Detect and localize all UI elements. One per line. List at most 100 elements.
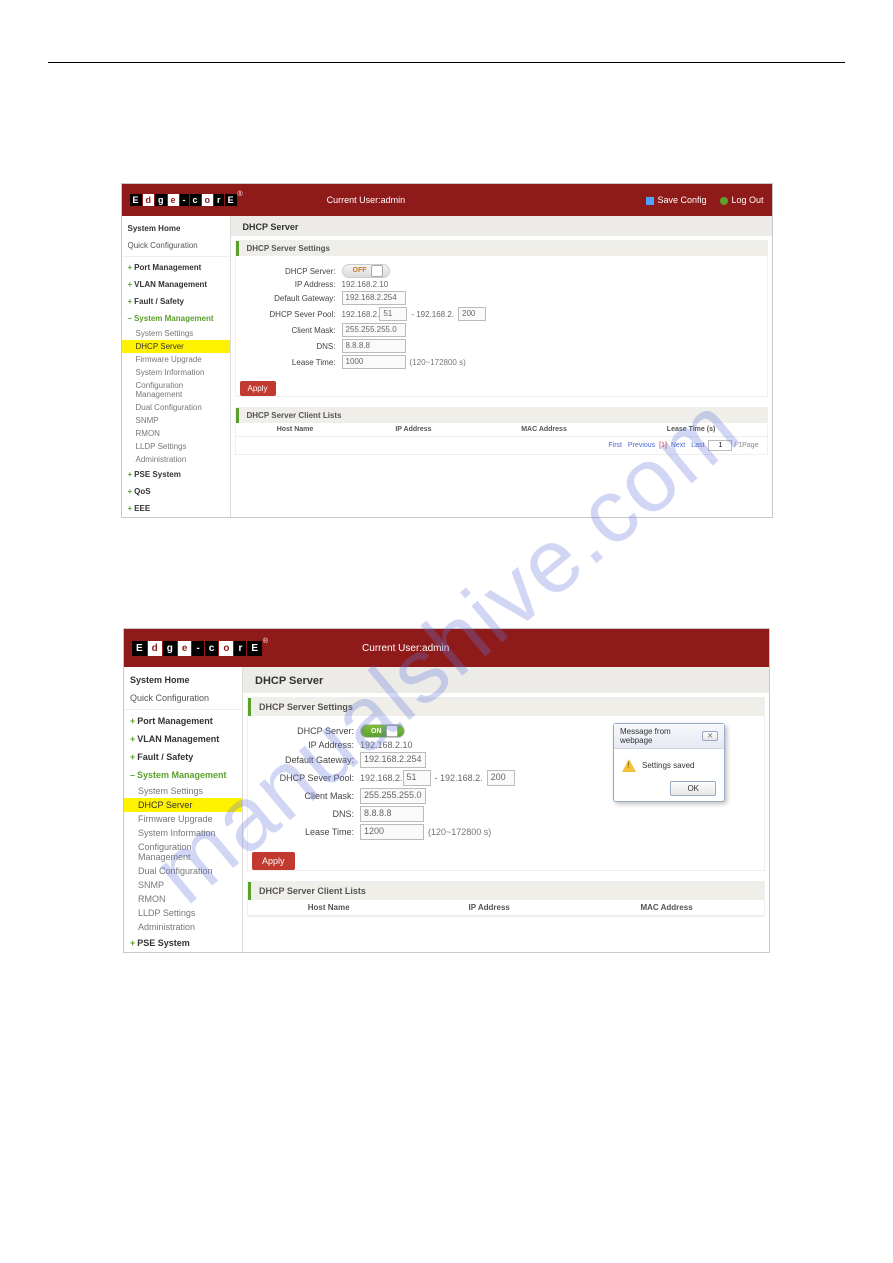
label-ip-address: IP Address: bbox=[258, 740, 360, 750]
nav-config-management[interactable]: Configuration Management bbox=[122, 379, 230, 401]
nav-vlan-management[interactable]: +VLAN Management bbox=[124, 730, 242, 748]
nav-system-information[interactable]: System Information bbox=[122, 366, 230, 379]
dialog-ok-button[interactable]: OK bbox=[670, 781, 716, 796]
input-pool-start[interactable]: 51 bbox=[403, 770, 431, 786]
input-default-gateway[interactable]: 192.168.2.254 bbox=[360, 752, 426, 768]
app-header: Edge-corE ® Current User:admin Save Conf… bbox=[122, 184, 772, 216]
nav-firmware-upgrade[interactable]: Firmware Upgrade bbox=[124, 812, 242, 826]
nav-system-settings[interactable]: System Settings bbox=[122, 327, 230, 340]
label-default-gateway: Default Gateway: bbox=[258, 755, 360, 765]
nav-system-home[interactable]: System Home bbox=[122, 220, 230, 237]
nav-system-information[interactable]: System Information bbox=[124, 826, 242, 840]
label-dhcp-server: DHCP Server: bbox=[258, 726, 360, 736]
client-lists-heading: DHCP Server Client Lists bbox=[248, 882, 764, 900]
nav-system-management[interactable]: –System Management bbox=[122, 310, 230, 327]
client-lists-heading: DHCP Server Client Lists bbox=[236, 408, 767, 423]
pager-previous[interactable]: Previous bbox=[628, 442, 655, 449]
nav-port-management[interactable]: +Port Management bbox=[124, 712, 242, 730]
col-mac-address: MAC Address bbox=[472, 423, 615, 437]
col-host-name: Host Name bbox=[236, 423, 355, 437]
dhcp-toggle[interactable]: ON bbox=[360, 724, 405, 738]
nav-system-management[interactable]: –System Management bbox=[124, 766, 242, 784]
nav-snmp[interactable]: SNMP bbox=[122, 414, 230, 427]
current-user-label: Current User:admin bbox=[327, 195, 406, 205]
main-pane: DHCP Server DHCP Server Settings DHCP Se… bbox=[231, 216, 772, 517]
warning-icon bbox=[622, 759, 636, 772]
label-lease-time: Lease Time: bbox=[246, 358, 342, 367]
dialog-title: Message from webpage bbox=[620, 727, 702, 745]
col-mac-address: MAC Address bbox=[569, 900, 764, 916]
dhcp-settings-heading: DHCP Server Settings bbox=[236, 241, 767, 256]
nav-eee[interactable]: +EEE bbox=[122, 500, 230, 517]
nav-pse-system[interactable]: +PSE System bbox=[122, 466, 230, 483]
client-lists-section: DHCP Server Client Lists Host Name IP Ad… bbox=[247, 881, 765, 917]
disk-icon bbox=[646, 197, 654, 205]
col-ip-address: IP Address bbox=[409, 900, 569, 916]
dhcp-settings-heading: DHCP Server Settings bbox=[248, 698, 764, 716]
input-dns[interactable]: 8.8.8.8 bbox=[342, 339, 406, 353]
nav-lldp-settings[interactable]: LLDP Settings bbox=[122, 440, 230, 453]
pager: First Previous [1] Next Last / 1Page bbox=[236, 437, 767, 454]
brand-logo: Edge-corE ® bbox=[132, 641, 262, 656]
pager-next[interactable]: Next bbox=[671, 442, 685, 449]
input-lease-time[interactable]: 1200 bbox=[360, 824, 424, 840]
nav-system-settings[interactable]: System Settings bbox=[124, 784, 242, 798]
nav-snmp[interactable]: SNMP bbox=[124, 878, 242, 892]
col-ip-address: IP Address bbox=[354, 423, 472, 437]
input-pool-end[interactable]: 200 bbox=[458, 307, 486, 321]
nav-config-management[interactable]: Configuration Management bbox=[124, 840, 242, 864]
col-host-name: Host Name bbox=[248, 900, 409, 916]
app-header: Edge-corE ® Current User:admin bbox=[124, 629, 769, 667]
label-dhcp-server: DHCP Server: bbox=[246, 267, 342, 276]
log-out-link[interactable]: Log Out bbox=[720, 195, 763, 205]
nav-quick-config[interactable]: Quick Configuration bbox=[124, 689, 242, 707]
nav-dual-config[interactable]: Dual Configuration bbox=[122, 401, 230, 414]
pager-page-input[interactable] bbox=[708, 440, 732, 451]
nav-firmware-upgrade[interactable]: Firmware Upgrade bbox=[122, 353, 230, 366]
input-dns[interactable]: 8.8.8.8 bbox=[360, 806, 424, 822]
message-dialog: Message from webpage ✕ Settings saved OK bbox=[613, 723, 725, 802]
input-client-mask[interactable]: 255.255.255.0 bbox=[360, 788, 426, 804]
input-pool-start[interactable]: 51 bbox=[379, 307, 407, 321]
nav-dual-config[interactable]: Dual Configuration bbox=[124, 864, 242, 878]
pager-current: [1] bbox=[659, 442, 667, 449]
input-default-gateway[interactable]: 192.168.2.254 bbox=[342, 291, 406, 305]
power-icon bbox=[720, 197, 728, 205]
nav-administration[interactable]: Administration bbox=[124, 920, 242, 934]
pager-last[interactable]: Last bbox=[691, 442, 704, 449]
label-client-mask: Client Mask: bbox=[258, 791, 360, 801]
input-lease-time[interactable]: 1000 bbox=[342, 355, 406, 369]
save-config-link[interactable]: Save Config bbox=[646, 195, 706, 205]
pager-per-page: / 1Page bbox=[734, 442, 758, 449]
nav-rmon[interactable]: RMON bbox=[122, 427, 230, 440]
dialog-message: Settings saved bbox=[642, 761, 694, 770]
nav-rmon[interactable]: RMON bbox=[124, 892, 242, 906]
pager-first[interactable]: First bbox=[608, 442, 622, 449]
nav-qos[interactable]: +QoS bbox=[122, 483, 230, 500]
nav-fault-safety[interactable]: +Fault / Safety bbox=[124, 748, 242, 766]
main-pane: DHCP Server DHCP Server Settings DHCP Se… bbox=[243, 667, 769, 952]
nav-administration[interactable]: Administration bbox=[122, 453, 230, 466]
apply-button[interactable]: Apply bbox=[240, 381, 276, 396]
nav-system-home[interactable]: System Home bbox=[124, 671, 242, 689]
sidebar: System Home Quick Configuration +Port Ma… bbox=[122, 216, 231, 517]
nav-lldp-settings[interactable]: LLDP Settings bbox=[124, 906, 242, 920]
nav-pse-system[interactable]: +PSE System bbox=[124, 934, 242, 952]
dhcp-toggle[interactable]: OFF bbox=[342, 264, 390, 278]
nav-port-management[interactable]: +Port Management bbox=[122, 259, 230, 276]
input-client-mask[interactable]: 255.255.255.0 bbox=[342, 323, 406, 337]
nav-dhcp-server[interactable]: DHCP Server bbox=[124, 798, 242, 812]
nav-quick-config[interactable]: Quick Configuration bbox=[122, 237, 230, 254]
label-default-gateway: Default Gateway: bbox=[246, 294, 342, 303]
nav-fault-safety[interactable]: +Fault / Safety bbox=[122, 293, 230, 310]
brand-logo: Edge-corE ® bbox=[130, 194, 237, 206]
sidebar: System Home Quick Configuration +Port Ma… bbox=[124, 667, 243, 952]
dhcp-settings-section: DHCP Server Settings DHCP Server: OFF IP… bbox=[235, 240, 768, 397]
label-dns: DNS: bbox=[258, 809, 360, 819]
nav-dhcp-server[interactable]: DHCP Server bbox=[122, 340, 230, 353]
label-lease-time: Lease Time: bbox=[258, 827, 360, 837]
input-pool-end[interactable]: 200 bbox=[487, 770, 515, 786]
dialog-close-icon[interactable]: ✕ bbox=[702, 731, 718, 741]
nav-vlan-management[interactable]: +VLAN Management bbox=[122, 276, 230, 293]
apply-button[interactable]: Apply bbox=[252, 852, 295, 870]
